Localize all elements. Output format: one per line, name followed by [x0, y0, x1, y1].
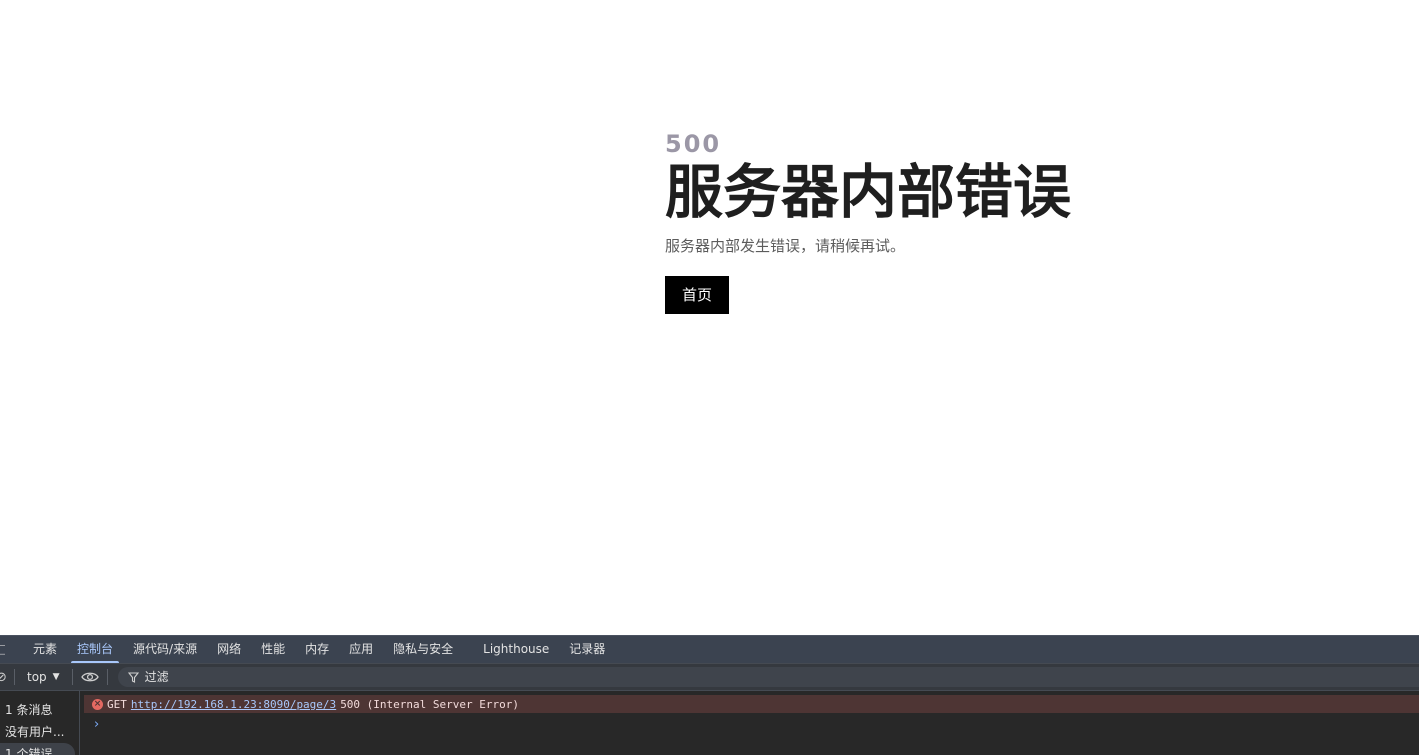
tab-sources[interactable]: 源代码/来源	[123, 636, 207, 663]
sidebar-item-messages[interactable]: 1 条消息	[0, 699, 75, 721]
tab-privacy-security[interactable]: 隐私与安全	[383, 636, 463, 663]
context-label: top	[27, 670, 47, 684]
toolbar-divider	[71, 669, 73, 685]
tab-memory[interactable]: 内存	[295, 636, 339, 663]
eye-icon[interactable]	[80, 671, 99, 683]
response-status: 500 (Internal Server Error)	[340, 697, 519, 711]
error-content: 500 服务器内部错误 服务器内部发生错误，请稍候再试。 首页	[665, 130, 1225, 314]
error-code: 500	[665, 130, 722, 158]
browser-viewport: 500 服务器内部错误 服务器内部发生错误，请稍候再试。 首页 ▢ 元素 控制台…	[0, 0, 1419, 755]
tab-console[interactable]: 控制台	[67, 636, 123, 663]
request-method: GET	[107, 697, 127, 711]
tab-elements[interactable]: 元素	[23, 636, 67, 663]
filter-icon	[127, 671, 139, 683]
console-body: 1 条消息 没有用户... 1 个错误 × GET http://192.168…	[0, 691, 1419, 755]
tab-performance[interactable]: 性能	[251, 636, 295, 663]
console-messages: × GET http://192.168.1.23:8090/page/3 50…	[80, 691, 1419, 755]
console-sidebar: 1 条消息 没有用户... 1 个错误	[0, 691, 80, 755]
sidebar-item-errors[interactable]: 1 个错误	[0, 743, 75, 755]
inspect-element-icon[interactable]: ▢	[0, 636, 5, 663]
sidebar-item-user-messages[interactable]: 没有用户...	[0, 721, 75, 743]
devtools-tab-bar: ▢ 元素 控制台 源代码/来源 网络 性能 内存 应用 隐私与安全 Lighth…	[0, 635, 1419, 663]
request-url-link[interactable]: http://192.168.1.23:8090/page/3	[131, 698, 336, 711]
error-description: 服务器内部发生错误，请稍候再试。	[665, 237, 906, 255]
toolbar-divider	[14, 669, 15, 685]
filter-box[interactable]	[117, 667, 1419, 687]
caret-down-icon: ▼	[52, 672, 60, 682]
tab-application[interactable]: 应用	[339, 636, 383, 663]
toolbar-divider	[106, 669, 108, 685]
clear-console-icon[interactable]: ⊘	[0, 670, 6, 685]
filter-input[interactable]	[144, 670, 545, 684]
console-toolbar: ⊘ top ▼	[0, 663, 1419, 691]
console-error-row[interactable]: × GET http://192.168.1.23:8090/page/3 50…	[84, 695, 1419, 713]
tab-network[interactable]: 网络	[207, 636, 251, 663]
tab-recorder[interactable]: 记录器	[559, 636, 615, 663]
devtools-panel: ▢ 元素 控制台 源代码/来源 网络 性能 内存 应用 隐私与安全 Lighth…	[0, 635, 1419, 755]
error-icon: ×	[92, 698, 103, 710]
tab-lighthouse[interactable]: Lighthouse	[473, 636, 559, 663]
home-button[interactable]: 首页	[665, 276, 729, 314]
error-title: 服务器内部错误	[665, 158, 1072, 226]
console-prompt-icon[interactable]: ›	[94, 717, 1419, 733]
context-selector[interactable]: top ▼	[23, 670, 64, 684]
